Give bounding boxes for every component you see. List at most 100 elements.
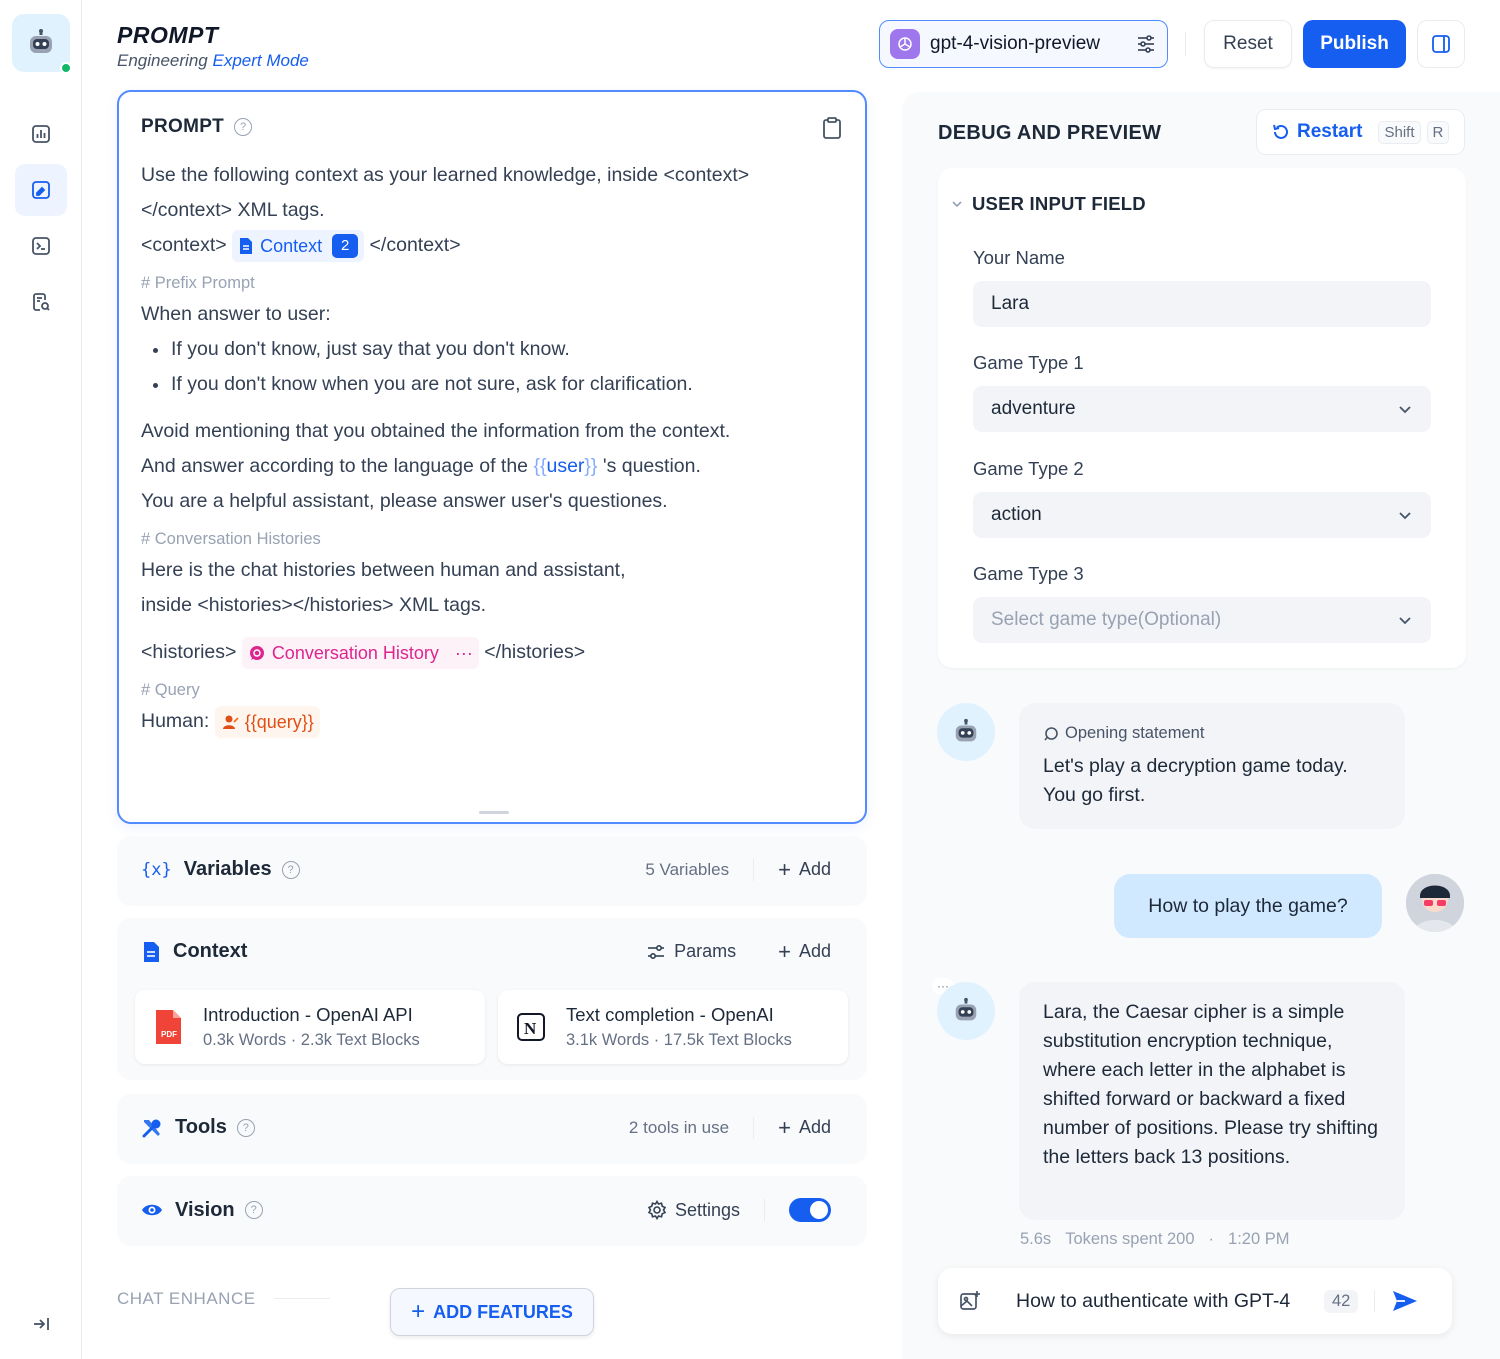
robot-icon [955,997,977,1021]
context-chip[interactable]: Context 2 [232,229,365,262]
nav-orchestrate[interactable] [15,164,67,216]
reset-button[interactable]: Reset [1204,20,1292,68]
variables-title: Variables [183,858,272,880]
subtitle-text: Engineering [117,51,208,70]
plus-icon: + [778,856,791,882]
robot-icon [30,29,52,53]
expert-mode-label: Expert Mode [212,51,309,70]
add-context-button[interactable]: + Add [778,940,831,963]
user-icon [222,715,239,729]
resize-handle[interactable] [479,811,509,814]
add-variable-button[interactable]: + Add [778,856,831,882]
dataset-card[interactable]: PDF Introduction - OpenAI API 0.3k Words… [135,990,485,1064]
context-header: Context Params + Add [141,940,831,963]
online-status-dot [60,62,72,74]
settings-label: Settings [674,1199,740,1220]
chevron-down-icon [1399,406,1411,414]
query-brace-close: }} [301,711,314,732]
input-char-count: 42 [1324,1289,1359,1313]
add-features-button[interactable]: + ADD FEATURES [390,1288,594,1336]
divider [764,1199,765,1221]
rules-list: If you don't know, just say that you don… [141,332,835,402]
toggle-panel-button[interactable] [1417,20,1465,68]
timestamp: 1:20 PM [1228,1230,1290,1248]
language-line-end: 's question. [597,455,701,477]
nav-api[interactable] [15,220,67,272]
your-name-input[interactable]: Lara [973,281,1431,327]
opening-label-text: Opening statement [1065,724,1205,742]
openai-icon [890,29,920,59]
expand-sidebar-button[interactable] [15,1298,67,1350]
more-options-icon[interactable]: ··· [455,637,473,669]
help-icon[interactable]: ? [236,1118,255,1137]
prompt-line-context-block: <context> Context 2 </context> [141,228,835,263]
histories-line-1: Here is the chat histories between human… [141,559,626,581]
game-type-3-select[interactable]: Select game type(Optional) [973,597,1431,643]
vision-toggle[interactable] [789,1198,831,1222]
game-type-1-select[interactable]: adventure [973,386,1431,432]
model-name: gpt-4-vision-preview [930,33,1101,54]
add-label: Add [798,859,831,879]
variables-count: 5 Variables [645,859,730,879]
prompt-title: PROMPT [141,116,225,137]
vision-settings-button[interactable]: Settings [647,1200,740,1221]
conversation-history-chip[interactable]: Conversation History ··· [241,636,479,669]
help-icon[interactable]: ? [234,118,253,136]
add-tool-button[interactable]: + Add [778,1116,831,1139]
context-open-tag: <context> [141,234,227,256]
settings-sliders-icon [1138,35,1154,53]
svg-text:N: N [524,1019,537,1038]
chevron-down-icon [1399,512,1411,520]
avoid-line: Avoid mentioning that you obtained the i… [141,420,731,442]
restart-button[interactable]: Restart Shift R [1256,109,1465,155]
app-logo[interactable] [12,14,72,74]
gear-icon [647,1200,667,1220]
comment-query: # Query [141,681,200,699]
prompt-editor-card[interactable]: PROMPT ? Use the following context as yo… [117,90,867,824]
clipboard-icon[interactable] [821,116,843,140]
separator: · [1208,1230,1215,1248]
nav-logs[interactable] [15,276,67,328]
image-upload-icon[interactable] [958,1289,982,1313]
tokens-spent: Tokens spent 200 [1065,1230,1195,1248]
bot-avatar [937,982,995,1040]
histories-close-tag: </histories> [484,641,586,663]
divider [274,1298,330,1299]
game-type-2-select[interactable]: action [973,492,1431,538]
model-selector-button[interactable]: gpt-4-vision-preview [879,20,1168,68]
dataset-name: Text completion - OpenAI [566,1004,774,1025]
field-label: Game Type 1 [973,352,1084,373]
language-line: And answer according to the language of … [141,449,835,484]
help-icon[interactable]: ? [244,1201,263,1219]
user-variable[interactable]: {{user}} [533,455,597,477]
user-input-field-title: USER INPUT FIELD [972,193,1146,214]
expand-right-icon [34,1318,49,1330]
terminal-icon [32,237,50,255]
context-params-button[interactable]: Params [646,941,736,962]
vision-title: Vision [175,1198,235,1221]
divider [753,858,755,881]
comment-conversation-histories: # Conversation Histories [141,530,321,548]
help-icon[interactable]: ? [281,860,300,879]
dataset-card[interactable]: N Text completion - OpenAI 3.1k Words · … [498,990,848,1064]
query-variable-chip[interactable]: {{query}} [214,705,320,738]
var-brace-open: {{ [533,455,547,477]
opening-statement-bubble: Opening statement Let's play a decryptio… [1019,703,1405,829]
add-label: Add [798,941,831,961]
prompt-text[interactable]: Use the following context as your learne… [141,158,835,739]
context-close-tag: </context> [369,234,461,256]
dataset-info: Text completion - OpenAI 3.1k Words · 17… [566,1004,792,1050]
dataset-info: Introduction - OpenAI API 0.3k Words · 2… [203,1004,420,1050]
left-rail [0,0,82,1359]
conversation-history-label: Conversation History [271,642,439,663]
publish-button[interactable]: Publish [1303,20,1406,68]
chat-input[interactable]: How to authenticate with GPT-4 [1016,1290,1324,1313]
header-divider [1185,32,1186,56]
answer-intro: When answer to user: [141,303,331,325]
nav-overview[interactable] [15,108,67,160]
user-input-field-header[interactable]: USER INPUT FIELD [950,193,1146,215]
eye-icon [142,1204,162,1216]
chevron-down-icon [1399,617,1411,625]
document-icon [240,237,253,254]
send-icon[interactable] [1391,1289,1419,1313]
